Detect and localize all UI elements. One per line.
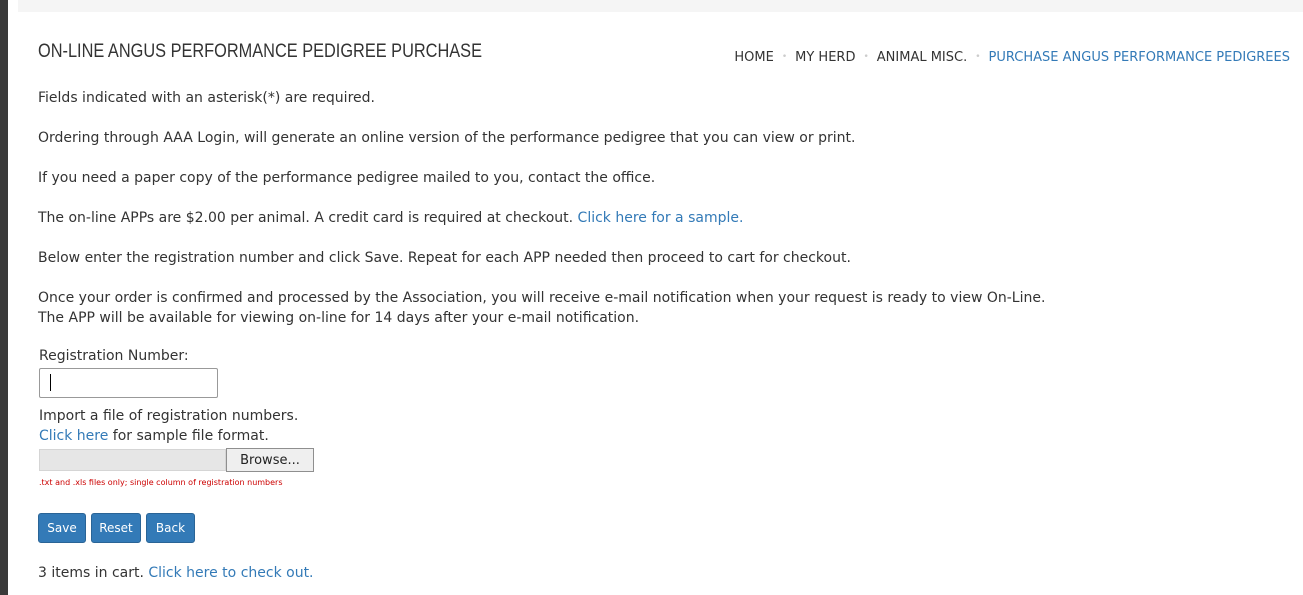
sample-link[interactable]: Click here for a sample. bbox=[578, 210, 744, 226]
text-caret bbox=[50, 374, 51, 391]
sample-format-text: for sample file format. bbox=[108, 428, 269, 444]
breadcrumb-animal-misc[interactable]: ANIMAL MISC. bbox=[877, 50, 967, 65]
instructions: Below enter the registration number and … bbox=[38, 250, 851, 266]
breadcrumb-current-page: PURCHASE ANGUS PERFORMANCE PEDIGREES bbox=[988, 49, 1290, 65]
ordering-note: Ordering through AAA Login, will generat… bbox=[38, 130, 856, 146]
cart-status-line: 3 items in cart. Click here to check out… bbox=[38, 563, 314, 583]
breadcrumb-my-herd[interactable]: MY HERD bbox=[795, 50, 855, 65]
price-note-line: The on-line APPs are $2.00 per animal. A… bbox=[38, 208, 743, 228]
file-path-field[interactable] bbox=[39, 449, 226, 471]
breadcrumb-separator: • bbox=[781, 52, 788, 62]
reset-button[interactable]: Reset bbox=[91, 513, 141, 543]
sample-format-line: Click here for sample file format. bbox=[39, 428, 269, 444]
price-note: The on-line APPs are $2.00 per animal. A… bbox=[38, 210, 574, 226]
confirm-note-2: The APP will be available for viewing on… bbox=[38, 310, 640, 326]
browse-button[interactable]: Browse... bbox=[226, 448, 314, 472]
page-title: ON-LINE ANGUS PERFORMANCE PEDIGREE PURCH… bbox=[38, 41, 482, 62]
file-format-hint: .txt and .xls files only; single column … bbox=[39, 478, 283, 487]
checkout-link[interactable]: Click here to check out. bbox=[148, 565, 313, 581]
sample-format-link[interactable]: Click here bbox=[39, 428, 108, 444]
save-button[interactable]: Save bbox=[38, 513, 86, 543]
left-edge-bar bbox=[0, 0, 8, 595]
cart-count: 3 items in cart. bbox=[38, 565, 144, 581]
back-button[interactable]: Back bbox=[146, 513, 195, 543]
registration-number-input[interactable] bbox=[39, 368, 218, 398]
breadcrumb-home[interactable]: HOME bbox=[734, 50, 773, 65]
top-band bbox=[18, 0, 1303, 12]
registration-label: Registration Number: bbox=[39, 348, 189, 364]
confirm-note-1: Once your order is confirmed and process… bbox=[38, 290, 1046, 306]
import-label: Import a file of registration numbers. bbox=[39, 408, 299, 424]
required-note: Fields indicated with an asterisk(*) are… bbox=[38, 90, 375, 106]
paper-copy-note: If you need a paper copy of the performa… bbox=[38, 170, 656, 186]
breadcrumb-separator: • bbox=[863, 52, 869, 62]
breadcrumb: HOME • MY HERD • ANIMAL MISC. • PURCHASE… bbox=[734, 48, 1290, 66]
breadcrumb-separator: • bbox=[975, 52, 981, 62]
